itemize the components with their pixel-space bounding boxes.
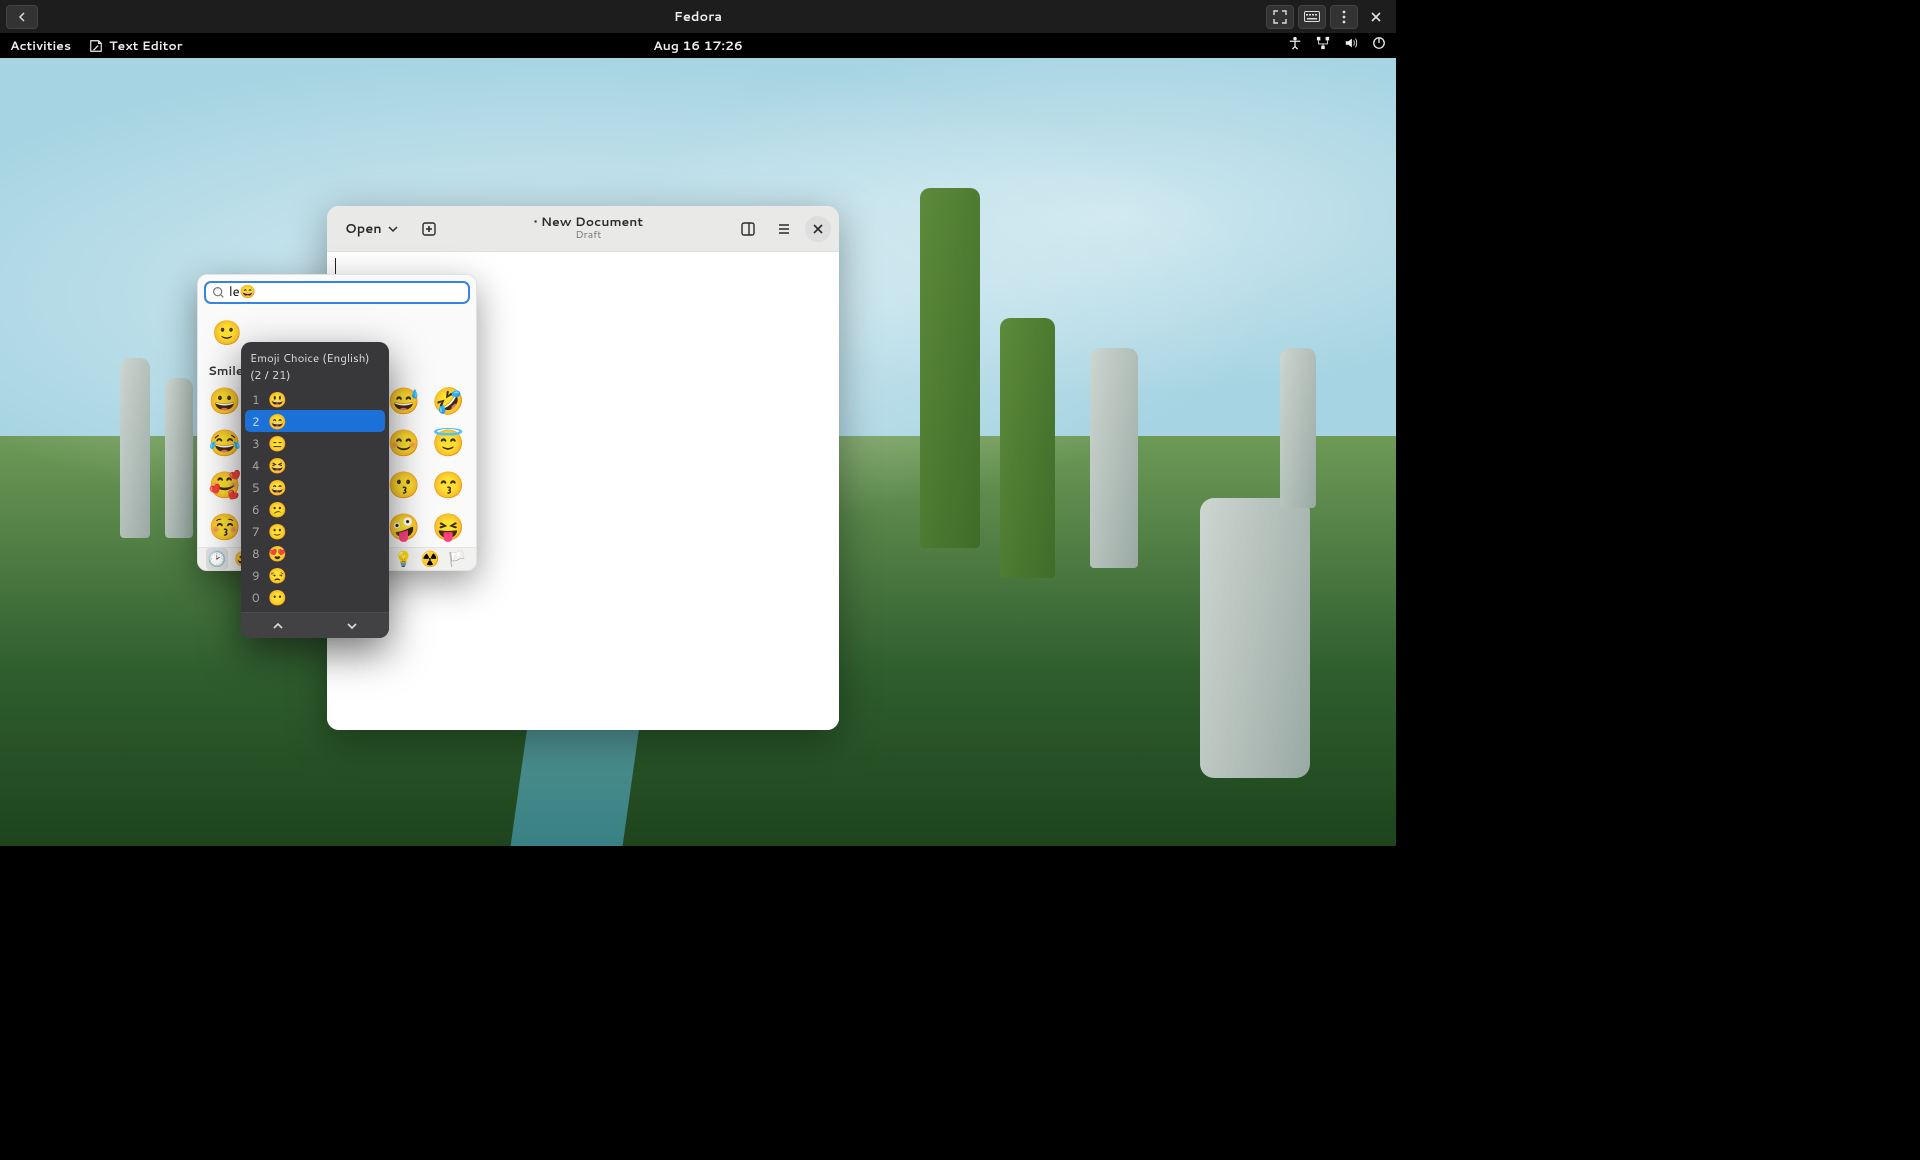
panel-app-name: Text Editor xyxy=(109,37,182,55)
emoji-cell[interactable]: 😇 xyxy=(429,425,467,461)
emoji-cell[interactable]: 😙 xyxy=(429,467,467,503)
ime-candidate-row[interactable]: 2😄 xyxy=(245,410,385,432)
vm-titlebar: Fedora xyxy=(0,0,1396,33)
text-editor-icon xyxy=(89,39,103,53)
emoji-recent-item[interactable]: 🙂 xyxy=(208,314,246,350)
emoji-cell[interactable]: 😝 xyxy=(429,509,467,545)
ime-candidate-number: 4 xyxy=(252,457,260,474)
emoji-cell[interactable]: 😗 xyxy=(385,467,423,503)
ime-candidate-number: 2 xyxy=(252,413,260,430)
emoji-cell[interactable]: 😅 xyxy=(385,383,423,419)
ime-candidate-emoji: 🙂 xyxy=(268,521,287,542)
network-icon[interactable] xyxy=(1316,36,1330,55)
emoji-cell[interactable]: 🤪 xyxy=(385,509,423,545)
emoji-category-tab[interactable]: 💡 xyxy=(393,548,415,570)
ime-candidate-emoji: 😆 xyxy=(268,455,287,476)
emoji-category-tab[interactable]: ☢️ xyxy=(419,548,441,570)
emoji-cell[interactable]: 🤣 xyxy=(429,383,467,419)
open-label: Open xyxy=(345,220,382,238)
ime-nav xyxy=(241,612,389,638)
emoji-cell[interactable]: 😂 xyxy=(206,425,244,461)
ime-candidate-emoji: 😕 xyxy=(268,499,287,520)
ime-candidate-row[interactable]: 1😃 xyxy=(245,388,385,410)
ime-candidate-number: 3 xyxy=(252,435,260,452)
ime-candidate-emoji: 😒 xyxy=(268,565,287,586)
vm-close-button[interactable] xyxy=(1362,5,1390,29)
ime-candidate-row[interactable]: 3😑 xyxy=(245,432,385,454)
new-tab-icon xyxy=(421,221,437,237)
hamburger-icon xyxy=(776,221,792,237)
vm-fullscreen-button[interactable] xyxy=(1266,5,1294,29)
emoji-cell[interactable]: 😚 xyxy=(206,509,244,545)
emoji-category-tab[interactable]: 🏳️ xyxy=(446,548,468,570)
ime-candidate-popup: Emoji Choice (English) (2 / 21) 1😃2😄3😑4😆… xyxy=(241,342,389,638)
power-icon[interactable] xyxy=(1372,36,1386,55)
vm-menu-button[interactable] xyxy=(1330,5,1358,29)
chevron-down-icon xyxy=(388,224,398,234)
ime-next-button[interactable] xyxy=(332,616,372,636)
ime-candidate-row[interactable]: 7🙂 xyxy=(245,520,385,542)
ime-candidate-row[interactable]: 6😕 xyxy=(245,498,385,520)
ime-candidate-number: 6 xyxy=(252,501,260,518)
ime-candidate-emoji: 😄 xyxy=(268,411,287,432)
hamburger-menu-button[interactable] xyxy=(769,214,799,244)
vm-keyboard-button[interactable] xyxy=(1298,5,1326,29)
window-close-button[interactable] xyxy=(805,216,831,242)
new-tab-button[interactable] xyxy=(414,214,444,244)
text-editor-headerbar: Open • New Document Draft xyxy=(327,206,839,252)
volume-icon[interactable] xyxy=(1344,36,1358,55)
chevron-down-icon xyxy=(346,620,358,632)
emoji-search-field[interactable] xyxy=(204,281,470,304)
ime-candidate-list: 1😃2😄3😑4😆5😄6😕7🙂8😍9😒0😶 xyxy=(241,388,389,612)
emoji-category-tab[interactable]: 🕑 xyxy=(206,548,228,570)
ime-candidate-number: 9 xyxy=(252,567,260,584)
panel-clock[interactable]: Aug 16 17:26 xyxy=(653,37,743,55)
ime-prev-button[interactable] xyxy=(258,616,298,636)
ime-candidate-emoji: 😍 xyxy=(268,543,287,564)
gnome-top-panel: Activities Text Editor Aug 16 17:26 xyxy=(0,33,1396,58)
ime-candidate-emoji: 😑 xyxy=(268,433,287,454)
ime-candidate-number: 5 xyxy=(252,479,260,496)
emoji-cell[interactable]: 😀 xyxy=(206,383,244,419)
sidebar-toggle-button[interactable] xyxy=(733,214,763,244)
ime-candidate-row[interactable]: 9😒 xyxy=(245,564,385,586)
emoji-cell[interactable]: 🥰 xyxy=(206,467,244,503)
ime-candidate-emoji: 😃 xyxy=(268,389,287,410)
ime-candidate-number: 8 xyxy=(252,545,260,562)
ime-candidate-emoji: 😶 xyxy=(268,587,287,608)
ime-candidate-number: 1 xyxy=(252,391,260,408)
ime-candidate-row[interactable]: 8😍 xyxy=(245,542,385,564)
open-button[interactable]: Open xyxy=(335,214,408,244)
panel-app-indicator[interactable]: Text Editor xyxy=(89,37,182,55)
ime-title: Emoji Choice (English) (2 / 21) xyxy=(241,342,389,388)
vm-title: Fedora xyxy=(674,8,722,26)
ime-candidate-row[interactable]: 4😆 xyxy=(245,454,385,476)
ime-candidate-emoji: 😄 xyxy=(268,477,287,498)
ime-candidate-row[interactable]: 5😄 xyxy=(245,476,385,498)
close-icon xyxy=(810,221,826,237)
sidebar-icon xyxy=(740,221,756,237)
activities-button[interactable]: Activities xyxy=(10,37,71,55)
ime-candidate-number: 7 xyxy=(252,523,260,540)
chevron-up-icon xyxy=(272,620,284,632)
emoji-search-input[interactable] xyxy=(229,283,462,301)
accessibility-icon[interactable] xyxy=(1288,36,1302,55)
search-icon xyxy=(212,286,225,299)
document-subtitle: Draft xyxy=(450,230,727,242)
vm-back-button[interactable] xyxy=(6,5,38,29)
ime-candidate-number: 0 xyxy=(252,589,260,606)
ime-candidate-row[interactable]: 0😶 xyxy=(245,586,385,608)
emoji-cell[interactable]: 😊 xyxy=(385,425,423,461)
